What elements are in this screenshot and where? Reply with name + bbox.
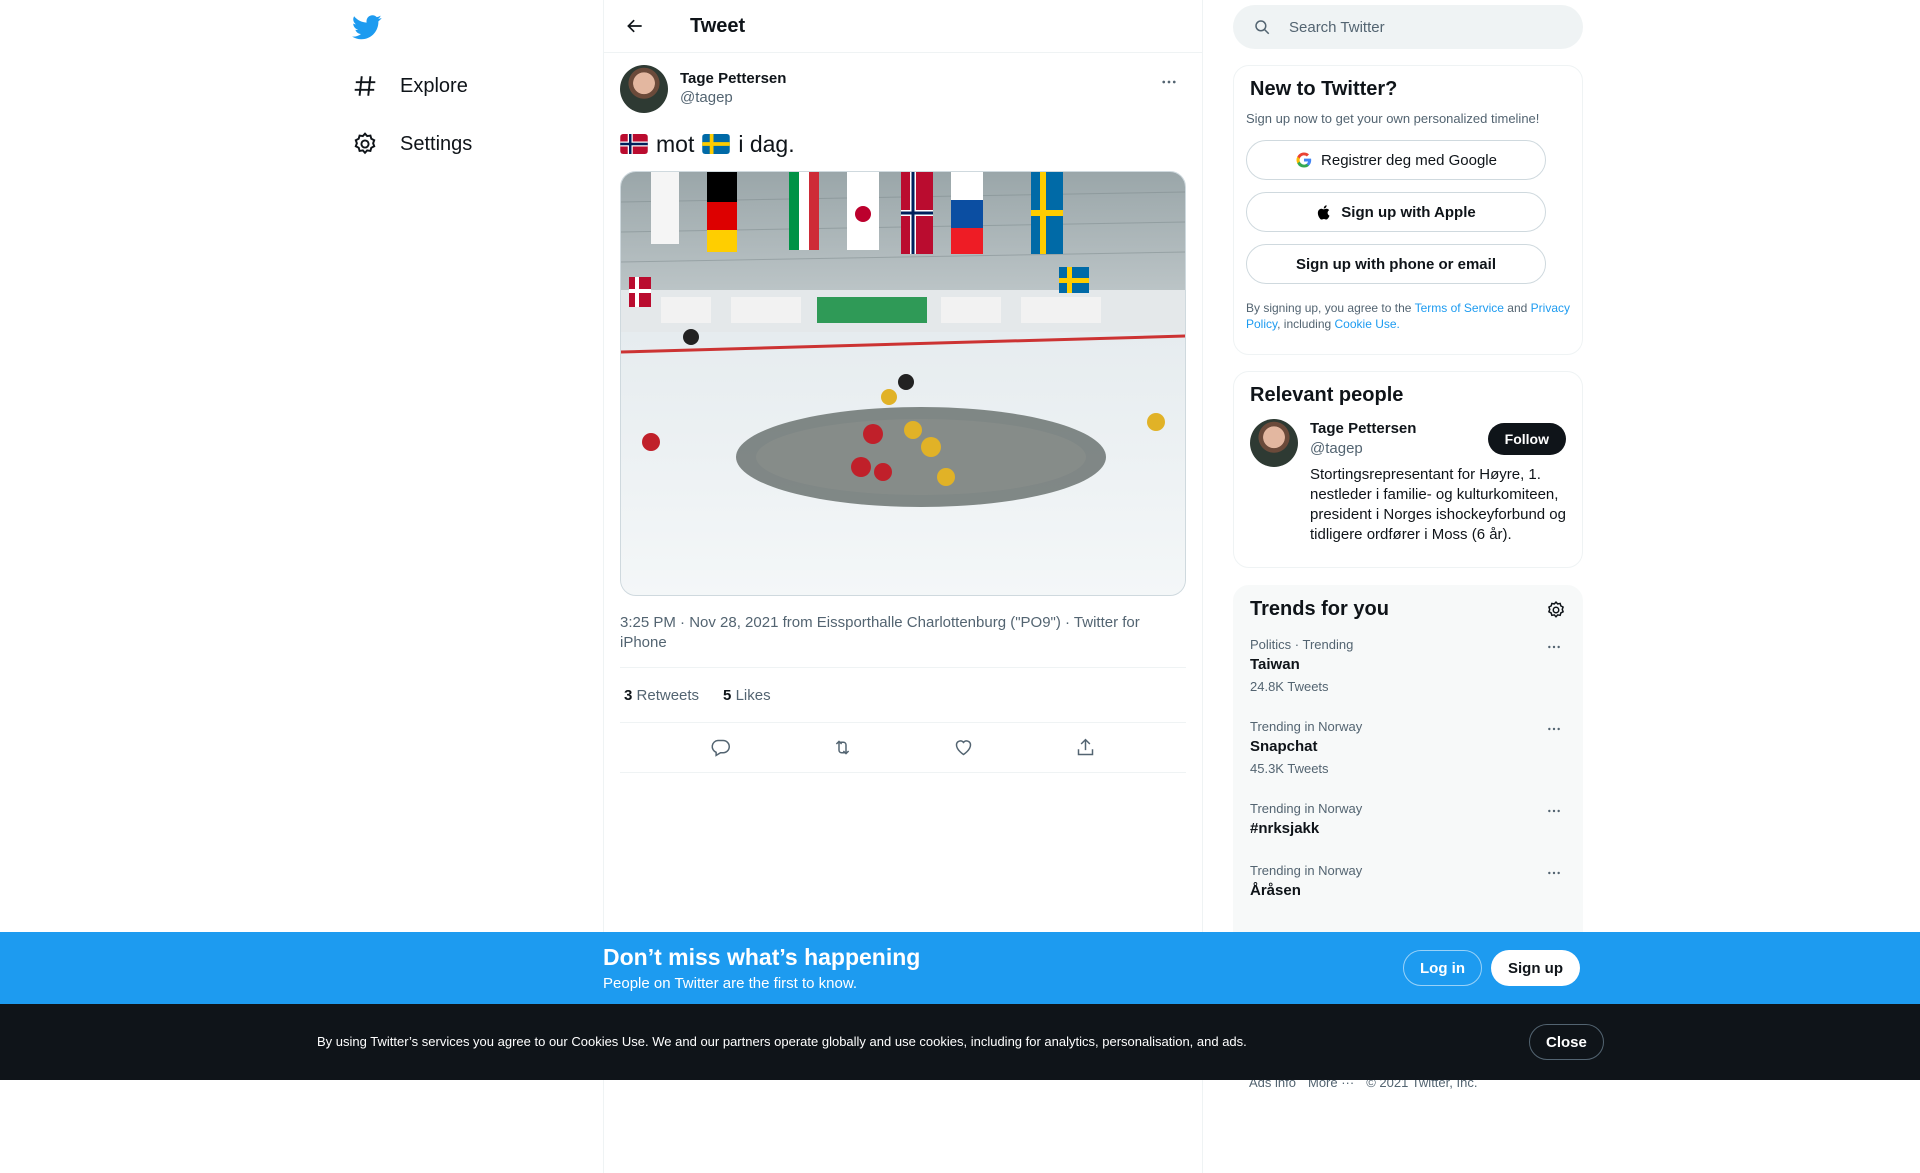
google-icon — [1296, 152, 1312, 168]
tweet-text-end: i dag. — [738, 131, 795, 157]
trend-context: Trending in Norway — [1250, 801, 1363, 816]
signup-legal: By signing up, you agree to the Terms of… — [1234, 300, 1582, 332]
nav-item-label: Settings — [400, 132, 473, 155]
search-bar[interactable] — [1233, 5, 1583, 49]
signup-button[interactable]: Sign up — [1491, 950, 1580, 986]
trends-card: Trends for you Politics · Trending Taiwa… — [1233, 585, 1583, 985]
trend-name: Snapchat — [1250, 738, 1318, 755]
share-icon[interactable] — [1075, 737, 1096, 758]
google-signup-button[interactable]: Registrer deg med Google — [1246, 140, 1546, 180]
close-button[interactable]: Close — [1529, 1024, 1604, 1060]
phone-email-signup-label: Sign up with phone or email — [1295, 255, 1496, 273]
reply-icon[interactable] — [710, 737, 731, 758]
twitter-bird-icon[interactable] — [352, 12, 382, 42]
trend-item[interactable]: Politics · Trending Taiwan 24.8K Tweets — [1234, 637, 1582, 719]
avatar[interactable] — [1250, 419, 1298, 467]
nav-item-label: Explore — [400, 74, 468, 97]
gear-icon — [354, 132, 376, 155]
apple-signup-label: Sign up with Apple — [1341, 203, 1476, 221]
norway-flag-icon — [620, 134, 648, 154]
promo-title: Don’t miss what’s happening — [603, 944, 921, 970]
gear-icon[interactable] — [1546, 600, 1566, 620]
trend-item[interactable]: Trending in Norway Åråsen — [1234, 863, 1582, 925]
tweet: Tage Pettersen @tagep mot i dag. 3:25 PM… — [604, 53, 1202, 773]
cookie-text: By using Twitter’s services you agree to… — [317, 1034, 1247, 1049]
author-handle[interactable]: @tagep — [680, 88, 786, 107]
cookie-banner: By using Twitter’s services you agree to… — [0, 1004, 1920, 1080]
follow-button[interactable]: Follow — [1487, 423, 1566, 455]
promo-subtitle: People on Twitter are the first to know. — [603, 975, 858, 992]
login-prompt-banner: Don’t miss what’s happening People on Tw… — [0, 932, 1920, 1004]
phone-email-signup-button[interactable]: Sign up with phone or email — [1246, 244, 1546, 284]
trend-context: Politics · Trending — [1250, 637, 1354, 652]
trend-more-button[interactable] — [1542, 637, 1566, 657]
author-name[interactable]: Tage Pettersen — [680, 69, 786, 88]
person-bio: Stortingsrepresentant for Høyre, 1. nest… — [1310, 466, 1566, 543]
cookie-link[interactable]: Cookie Use. — [1335, 317, 1400, 331]
more-dots-icon — [1548, 645, 1560, 649]
tweet-text-mid: mot — [656, 131, 695, 157]
tweet-stats: 3 Retweets 5 Likes — [620, 667, 1186, 723]
page-title: Tweet — [690, 14, 746, 37]
trends-title: Trends for you — [1250, 598, 1389, 620]
trend-count: 24.8K Tweets — [1250, 679, 1329, 694]
signup-subtitle: Sign up now to get your own personalized… — [1246, 111, 1540, 126]
trend-context: Trending in Norway — [1250, 719, 1363, 734]
tweet-text: mot i dag. — [620, 129, 1186, 159]
legal-prefix: By signing up, you agree to the — [1246, 301, 1412, 315]
retweets-count: 3 — [624, 686, 633, 704]
retweet-icon[interactable] — [832, 737, 853, 758]
trend-count: 45.3K Tweets — [1250, 761, 1329, 776]
login-button[interactable]: Log in — [1403, 950, 1482, 986]
more-dots-icon — [1548, 727, 1560, 731]
person-item[interactable]: Tage Pettersen @tagep Stortingsrepresent… — [1234, 419, 1582, 545]
legal-and: and — [1507, 301, 1528, 315]
legal-including: , including — [1277, 317, 1332, 331]
likes-stat[interactable]: 5 Likes — [723, 687, 771, 704]
trend-item[interactable]: Trending in Norway Snapchat 45.3K Tweets — [1234, 719, 1582, 801]
search-input[interactable] — [1289, 18, 1549, 36]
likes-count: 5 — [723, 686, 732, 704]
relevant-people-title: Relevant people — [1250, 384, 1404, 406]
more-dots-icon — [1548, 871, 1560, 875]
trend-more-button[interactable] — [1542, 801, 1566, 821]
trend-more-button[interactable] — [1542, 863, 1566, 883]
trend-name: #nrksjakk — [1250, 820, 1320, 837]
trend-context: Trending in Norway — [1250, 863, 1363, 878]
search-icon — [1255, 20, 1270, 35]
heart-icon[interactable] — [953, 737, 974, 758]
apple-signup-button[interactable]: Sign up with Apple — [1246, 192, 1546, 232]
tweet-timestamp[interactable]: 3:25 PM · Nov 28, 2021 from Eissporthall… — [620, 613, 1186, 653]
more-button[interactable] — [1152, 65, 1186, 99]
tweet-author: Tage Pettersen @tagep — [620, 65, 1186, 115]
trend-name: Taiwan — [1250, 656, 1300, 673]
tweet-media[interactable] — [620, 171, 1186, 596]
trend-item[interactable]: Trending in Norway #nrksjakk — [1234, 801, 1582, 863]
hashtag-icon — [354, 76, 376, 96]
ice-hockey-photo — [621, 172, 1185, 595]
signup-title: New to Twitter? — [1250, 78, 1398, 100]
avatar[interactable] — [620, 65, 668, 113]
relevant-people-card: Relevant people Tage Pettersen @tagep St… — [1233, 371, 1583, 568]
trend-more-button[interactable] — [1542, 719, 1566, 739]
google-signup-label: Registrer deg med Google — [1321, 151, 1497, 169]
more-dots-icon — [1162, 80, 1176, 84]
sweden-flag-icon — [702, 134, 731, 154]
tweet-actions — [620, 723, 1186, 773]
signup-card: New to Twitter? Sign up now to get your … — [1233, 65, 1583, 355]
tweet-header: Tweet — [604, 0, 1202, 53]
retweets-label: Retweets — [636, 686, 700, 704]
nav-item-explore[interactable]: Explore — [352, 62, 468, 110]
retweets-stat[interactable]: 3 Retweets — [624, 687, 699, 704]
more-dots-icon — [1548, 809, 1560, 813]
apple-icon — [1318, 204, 1330, 220]
nav-item-settings[interactable]: Settings — [352, 120, 472, 168]
back-button[interactable] — [620, 11, 650, 41]
trend-name: Åråsen — [1250, 882, 1301, 899]
terms-link[interactable]: Terms of Service — [1415, 301, 1504, 315]
arrow-left-icon — [627, 19, 642, 33]
likes-label: Likes — [735, 686, 771, 704]
